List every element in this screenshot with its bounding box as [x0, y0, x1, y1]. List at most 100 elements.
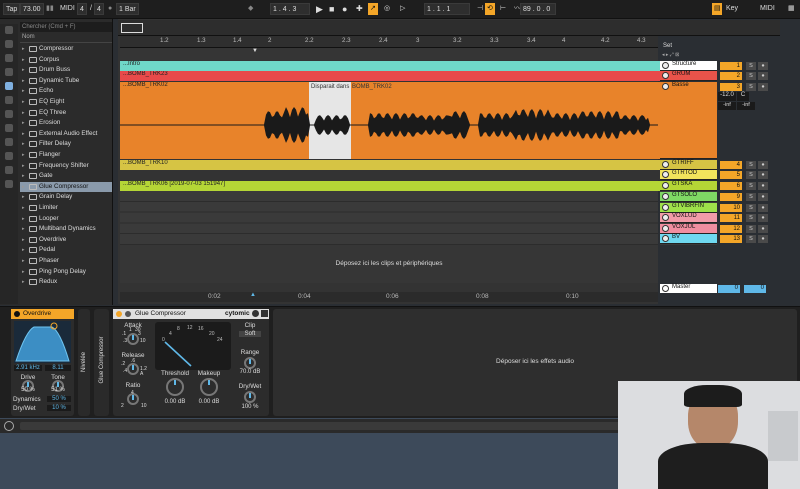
loop-start-field[interactable]: 1 . 1 . 1: [424, 3, 470, 15]
play-icon[interactable]: ▶: [314, 3, 325, 15]
browser-item[interactable]: ▸ External Audio Effect: [20, 129, 112, 140]
loop-switch-icon[interactable]: ⟲: [485, 3, 495, 15]
browser-item[interactable]: ▸ Compressor: [20, 44, 112, 55]
track-number[interactable]: 12: [720, 225, 742, 233]
expand-icon[interactable]: ▸: [22, 86, 25, 97]
track-header-basse[interactable]: Basse: [660, 82, 717, 159]
arm-button[interactable]: ●: [758, 161, 768, 169]
arm-button[interactable]: ●: [758, 204, 768, 212]
track-header-grum[interactable]: GRUM: [660, 71, 717, 81]
loop-length-field[interactable]: 89 . 0 . 0: [520, 3, 556, 15]
arrangement-overview[interactable]: [118, 20, 780, 36]
track-number[interactable]: 9: [720, 193, 742, 201]
expand-icon[interactable]: ▸: [22, 203, 25, 214]
expand-icon[interactable]: ▸: [22, 256, 25, 267]
track-header-gtsolo[interactable]: GTSOLO: [660, 192, 717, 202]
track-header-gtvibrfin[interactable]: GTVIBRFIN: [660, 203, 717, 213]
track-play-icon[interactable]: [662, 62, 669, 69]
expand-icon[interactable]: ▸: [22, 161, 25, 172]
record-icon[interactable]: ●: [340, 3, 349, 15]
position-field[interactable]: 1 . 4 . 3: [270, 3, 310, 15]
solo-button[interactable]: S: [746, 193, 756, 201]
quantize-select[interactable]: 1 Bar: [116, 3, 139, 15]
glue-save-icon[interactable]: [261, 310, 268, 317]
track-number[interactable]: 10: [720, 204, 742, 212]
clip-gtriff[interactable]: ...BOMB_TRK10: [120, 160, 660, 170]
track-play-icon[interactable]: [662, 83, 669, 90]
solo-button[interactable]: S: [746, 225, 756, 233]
glue-sidechain-icon[interactable]: [125, 311, 131, 317]
expand-icon[interactable]: ▸: [22, 245, 25, 256]
track-play-icon[interactable]: [662, 161, 669, 168]
plugins-icon[interactable]: [5, 96, 13, 104]
overdrive-freq[interactable]: 2.91 kHz: [14, 365, 42, 371]
loop-record-icon[interactable]: ◎: [382, 3, 392, 15]
track-header-gtrtod[interactable]: GTRTOD: [660, 170, 717, 180]
master-cue[interactable]: 0: [718, 285, 740, 293]
user-library-icon[interactable]: [5, 166, 13, 174]
track-play-icon[interactable]: [662, 171, 669, 178]
punch-out-icon[interactable]: ⊢: [498, 3, 508, 15]
clip-grum[interactable]: ...BOMB_TRK23: [120, 71, 660, 81]
track-number[interactable]: 5: [720, 171, 742, 179]
midi-effects-icon[interactable]: [5, 82, 13, 90]
expand-icon[interactable]: ▸: [22, 76, 25, 87]
solo-button[interactable]: S: [746, 62, 756, 70]
overdrive-q[interactable]: 8.11: [45, 365, 71, 371]
packs-icon[interactable]: [5, 152, 13, 160]
overview-viewport[interactable]: [121, 23, 143, 33]
master-track[interactable]: Master: [660, 284, 717, 293]
browser-item[interactable]: ▸ Frequency Shifter: [20, 161, 112, 172]
sounds-icon[interactable]: [5, 26, 13, 34]
sig-denominator[interactable]: 4: [94, 3, 104, 15]
range-knob[interactable]: [244, 357, 256, 369]
arm-button[interactable]: ●: [758, 62, 768, 70]
places-icon[interactable]: [5, 138, 13, 146]
drywet-value[interactable]: 10 %: [47, 405, 71, 411]
drums-icon[interactable]: [5, 40, 13, 48]
solo-button[interactable]: S: [746, 235, 756, 243]
key-map-button[interactable]: Key: [724, 3, 740, 15]
expand-icon[interactable]: ▸: [22, 55, 25, 66]
track-header-voxjul[interactable]: VOXJUL: [660, 224, 717, 234]
clips-icon[interactable]: [5, 110, 13, 118]
status-play-icon[interactable]: [4, 421, 14, 431]
solo-button[interactable]: S: [746, 204, 756, 212]
browser-item[interactable]: ▸ Phaser: [20, 256, 112, 267]
expand-icon[interactable]: ▸: [22, 139, 25, 150]
browser-item[interactable]: ▸ Limiter: [20, 203, 112, 214]
beat-ruler[interactable]: 1.2 1.3 1.4 2 2.2 2.3 2.4 3 3.2 3.3 3.4 4 4.2 4.3: [120, 36, 658, 48]
expand-icon[interactable]: ▸: [22, 192, 25, 203]
browser-item[interactable]: ▸ Echo: [20, 86, 112, 97]
browser-item[interactable]: ▸ Erosion: [20, 118, 112, 129]
browser-item[interactable]: ▸ Glue Compressor: [20, 181, 112, 193]
browser-item[interactable]: ▸ Grain Delay: [20, 192, 112, 203]
expand-icon[interactable]: ▸: [22, 224, 25, 235]
threshold-knob[interactable]: [166, 378, 184, 396]
browser-item[interactable]: ▸ Filter Delay: [20, 139, 112, 150]
makeup-knob[interactable]: [200, 378, 218, 396]
solo-button[interactable]: S: [746, 72, 756, 80]
expand-icon[interactable]: ▸: [22, 182, 25, 193]
track-play-icon[interactable]: [662, 214, 669, 221]
expand-icon[interactable]: ▸: [22, 235, 25, 246]
arm-button[interactable]: ●: [758, 171, 768, 179]
track-play-icon[interactable]: [662, 193, 669, 200]
arm-button[interactable]: ●: [758, 214, 768, 222]
expand-icon[interactable]: ▸: [22, 267, 25, 278]
browser-item[interactable]: ▸ Looper: [20, 214, 112, 225]
browser-item[interactable]: ▸ Multiband Dynamics: [20, 224, 112, 235]
automation-arm-icon[interactable]: ↗: [368, 3, 378, 15]
clip-intro[interactable]: ...Intro: [120, 61, 660, 71]
browser-item[interactable]: ▸ Pedal: [20, 245, 112, 256]
track-header-bv[interactable]: BV: [660, 234, 717, 244]
expand-icon[interactable]: ▸: [22, 108, 25, 119]
sig-numerator[interactable]: 4: [77, 3, 87, 15]
arm-button[interactable]: ●: [758, 182, 768, 190]
set-controls[interactable]: ◂ ▸ ⤢ ⊠: [662, 52, 712, 59]
track-play-icon[interactable]: [662, 235, 669, 242]
glue-power-icon[interactable]: [116, 311, 122, 317]
master-out[interactable]: 0: [744, 285, 766, 293]
browser-item[interactable]: ▸ Drum Buss: [20, 65, 112, 76]
browser-item[interactable]: ▸ Redux: [20, 277, 112, 288]
